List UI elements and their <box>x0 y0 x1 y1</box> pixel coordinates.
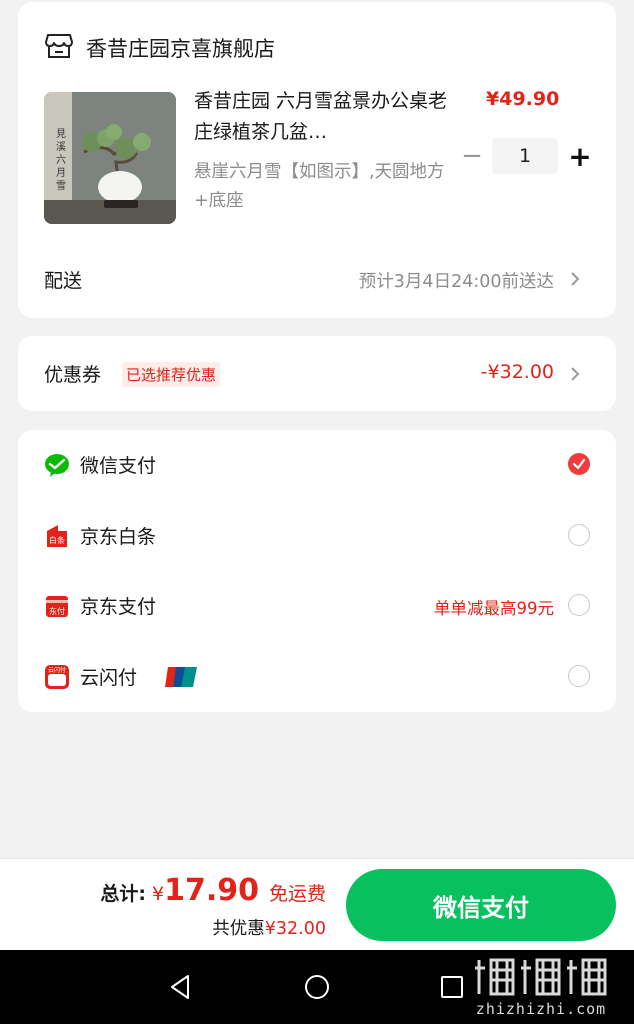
quantity-decrease-button[interactable]: − <box>458 138 486 174</box>
quantity-stepper: − 1 + <box>458 138 594 174</box>
watermark-logo-icon <box>466 956 616 996</box>
watermark: zhizhizhi.com <box>466 956 616 1018</box>
total-currency: ¥ <box>151 883 165 905</box>
payment-name: 京东白条 <box>80 526 157 548</box>
chevron-right-icon[interactable] <box>564 268 586 290</box>
store-icon <box>44 32 74 64</box>
payment-option-jd-baitiao[interactable]: 白条 京东白条 <box>18 501 616 571</box>
quantity-increase-button[interactable]: + <box>566 138 594 174</box>
radio-unselected[interactable] <box>568 594 590 616</box>
chevron-right-icon[interactable] <box>564 363 586 385</box>
watermark-text: zhizhizhi.com <box>475 1000 607 1018</box>
wechat-pay-button[interactable]: 微信支付 <box>346 869 616 941</box>
coupon-discount: -¥32.00 <box>480 361 554 383</box>
cloud-quickpass-icon: 云闪付 <box>44 664 70 690</box>
product-thumbnail[interactable]: 見溪六月雪 <box>44 92 176 224</box>
wechat-pay-icon <box>44 452 70 478</box>
svg-text:白条: 白条 <box>49 535 65 545</box>
saved-amount: ¥32.00 <box>264 919 326 939</box>
payment-option-jd-pay[interactable]: 东付 京东支付 单单减最高99元 <box>18 571 616 641</box>
jd-pay-icon: 东付 <box>44 593 70 619</box>
store-header[interactable]: 香昔庄园京喜旗舰店 <box>44 32 275 64</box>
back-icon[interactable] <box>166 972 196 1002</box>
payment-name: 京东支付 <box>80 596 157 618</box>
shipping-free-label: 免运费 <box>268 883 326 905</box>
radio-unselected[interactable] <box>568 524 590 546</box>
delivery-label: 配送 <box>44 270 83 292</box>
checkout-bar: 总计: ¥ 17.90 免运费 共优惠¥32.00 微信支付 <box>0 858 634 951</box>
coupon-card[interactable]: 优惠券 已选推荐优惠 -¥32.00 <box>18 336 616 411</box>
total-amount: 17.90 <box>164 873 259 908</box>
coupon-tag: 已选推荐优惠 <box>122 362 221 387</box>
total-label: 总计: <box>100 883 146 905</box>
product-price: ¥49.90 <box>486 88 560 110</box>
order-card: 香昔庄园京喜旗舰店 見溪六月雪 香昔庄园 六月雪盆景办公桌老庄绿植茶几盆… ¥4… <box>18 2 616 318</box>
quantity-value[interactable]: 1 <box>492 138 558 174</box>
product-spec[interactable]: 悬崖六月雪【如图示】,天圆地方+底座 <box>194 158 456 216</box>
delivery-estimate[interactable]: 预计3月4日24:00前送达 <box>359 268 554 293</box>
payment-option-wechat[interactable]: 微信支付 <box>18 430 616 500</box>
payment-methods-card: 微信支付 白条 京东白条 东付 京东支付 单单减最高99元 云闪付 云闪付 <box>18 430 616 712</box>
payment-name: 微信支付 <box>80 455 157 477</box>
coupon-label: 优惠券 <box>44 364 102 386</box>
jd-baitiao-icon: 白条 <box>44 523 70 549</box>
svg-text:云闪付: 云闪付 <box>48 666 66 674</box>
product-title[interactable]: 香昔庄园 六月雪盆景办公桌老庄绿植茶几盆… <box>194 86 462 148</box>
store-name: 香昔庄园京喜旗舰店 <box>86 37 275 61</box>
thumbnail-calligraphy: 見溪六月雪 <box>56 129 66 192</box>
svg-text:东付: 东付 <box>49 606 65 616</box>
payment-promo: 单单减最高99元 <box>434 599 554 618</box>
saved-line[interactable]: 共优惠¥32.00 <box>212 915 326 940</box>
radio-unselected[interactable] <box>568 665 590 687</box>
saved-label: 共优惠 <box>212 919 265 939</box>
payment-option-cloud-quickpass[interactable]: 云闪付 云闪付 <box>18 642 616 712</box>
unionpay-badge-icon <box>164 666 198 688</box>
total-line: 总计: ¥ 17.90 免运费 <box>100 873 326 908</box>
recent-apps-icon[interactable] <box>437 972 467 1002</box>
payment-name: 云闪付 <box>80 667 138 689</box>
radio-selected[interactable] <box>568 453 590 475</box>
home-icon[interactable] <box>302 972 332 1002</box>
